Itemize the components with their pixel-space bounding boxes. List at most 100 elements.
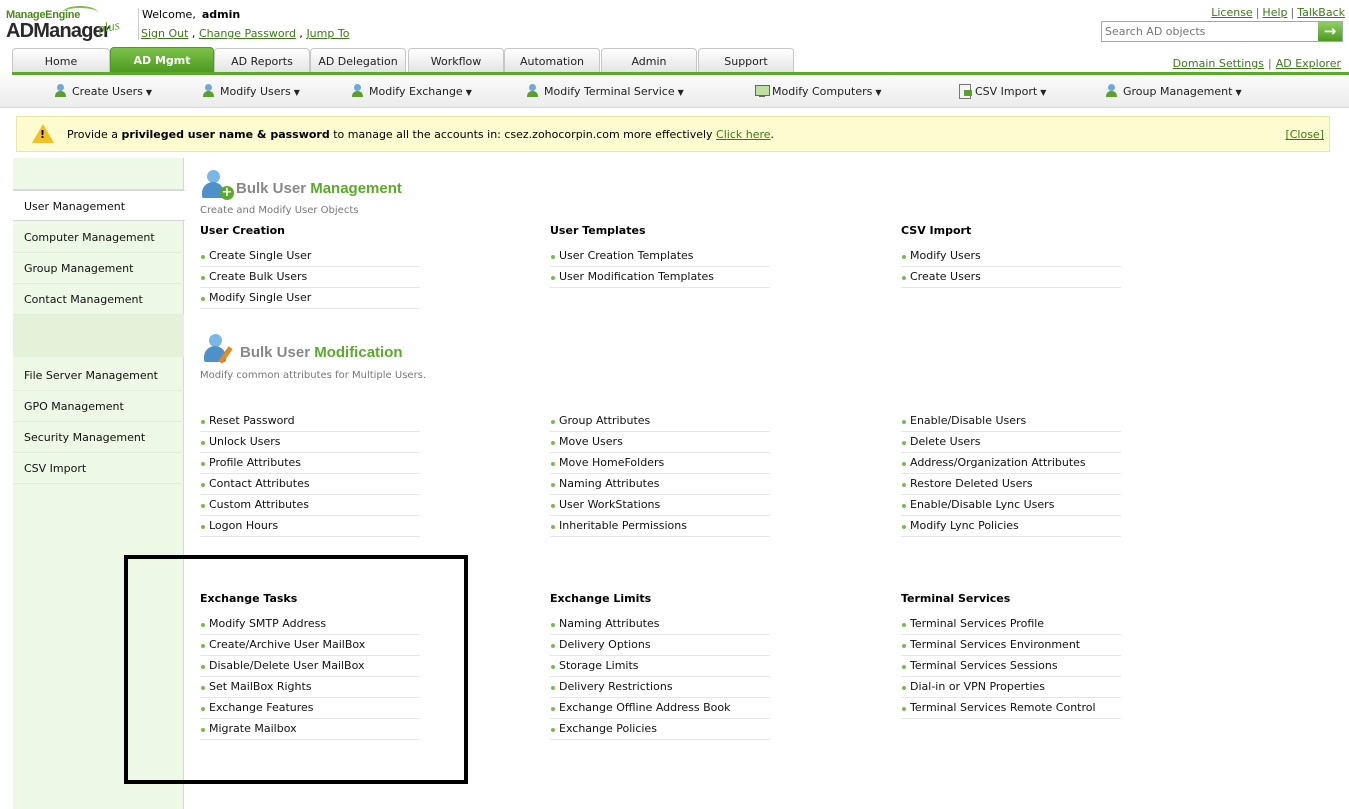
menu-label: Create Users (72, 85, 143, 98)
tab-automation[interactable]: Automation (504, 48, 600, 72)
tab-home[interactable]: Home (12, 48, 110, 72)
search-box: → (1101, 21, 1343, 42)
link-enable-disable-lync-users[interactable]: Enable/Disable Lync Users (901, 495, 1121, 516)
link-set-mailbox-rights[interactable]: Set MailBox Rights (200, 677, 420, 698)
link-enable-disable-users[interactable]: Enable/Disable Users (901, 411, 1121, 432)
link-exchange-offline-address-book[interactable]: Exchange Offline Address Book (550, 698, 770, 719)
link-contact-attributes[interactable]: Contact Attributes (200, 474, 420, 495)
click-here-link[interactable]: Click here (716, 128, 771, 141)
link-terminal-services-sessions[interactable]: Terminal Services Sessions (901, 656, 1121, 677)
menu-group-management[interactable]: Group Management ▼ (1106, 84, 1242, 98)
arrow-right-icon: → (1323, 22, 1337, 40)
top-link-separator: | (1290, 6, 1295, 19)
link-unlock-users[interactable]: Unlock Users (200, 432, 420, 453)
top-links: License | Help | TalkBack (1211, 6, 1345, 19)
notice-close-link[interactable]: [Close] (1285, 128, 1324, 141)
link-restore-deleted-users[interactable]: Restore Deleted Users (901, 474, 1121, 495)
sidebar-item-security-management[interactable]: Security Management (13, 422, 184, 453)
menu-modify-computers[interactable]: Modify Computers ▼ (755, 84, 882, 98)
link-terminal-services-remote-control[interactable]: Terminal Services Remote Control (901, 698, 1121, 719)
bulk-user-modification-title: Bulk User Modification (240, 344, 403, 361)
tab-workflow[interactable]: Workflow (408, 48, 504, 72)
search-input[interactable] (1102, 22, 1318, 41)
menu-modify-users[interactable]: Modify Users ▼ (203, 84, 300, 98)
link-inheritable-permissions[interactable]: Inheritable Permissions (550, 516, 770, 537)
link-logon-hours[interactable]: Logon Hours (200, 516, 420, 537)
menu-create-users[interactable]: Create Users ▼ (55, 84, 152, 98)
sidebar-item-gpo-management[interactable]: GPO Management (13, 391, 184, 422)
jump-to-link[interactable]: Jump To (306, 27, 349, 40)
link-csv-create-users[interactable]: Create Users (901, 267, 1121, 288)
domain-settings-link[interactable]: Domain Settings (1173, 57, 1264, 70)
link-create-bulk-users[interactable]: Create Bulk Users (200, 267, 420, 288)
tab-support[interactable]: Support (698, 48, 794, 72)
csv-icon (958, 84, 973, 99)
logo-product: ADManager (6, 20, 111, 42)
group-icon (1106, 84, 1121, 97)
link-create-single-user[interactable]: Create Single User (200, 246, 420, 267)
talkback-link[interactable]: TalkBack (1297, 6, 1345, 19)
sign-out-link[interactable]: Sign Out (141, 27, 188, 40)
menu-modify-terminal-service[interactable]: Modify Terminal Service ▼ (527, 84, 684, 98)
menu-modify-exchange[interactable]: Modify Exchange ▼ (352, 84, 472, 98)
logo-suffix: plus (96, 17, 121, 36)
link-terminal-services-environment[interactable]: Terminal Services Environment (901, 635, 1121, 656)
link-delivery-options[interactable]: Delivery Options (550, 635, 770, 656)
group-title-csv-import: CSV Import (901, 224, 972, 237)
link-delivery-restrictions[interactable]: Delivery Restrictions (550, 677, 770, 698)
sidebar-item-contact-management[interactable]: Contact Management (13, 284, 184, 315)
menu-label: Modify Exchange (369, 85, 463, 98)
link-move-users[interactable]: Move Users (550, 432, 770, 453)
menu-csv-import[interactable]: CSV Import ▼ (958, 84, 1047, 99)
link-address-organization-attributes[interactable]: Address/Organization Attributes (901, 453, 1121, 474)
sidebar-item-file-server-management[interactable]: File Server Management (13, 360, 184, 391)
help-link[interactable]: Help (1262, 6, 1287, 19)
sidebar-item-computer-management[interactable]: Computer Management (13, 222, 184, 253)
link-reset-password[interactable]: Reset Password (200, 411, 420, 432)
link-modify-smtp-address[interactable]: Modify SMTP Address (200, 614, 420, 635)
sidebar-item-group-management[interactable]: Group Management (13, 253, 184, 284)
link-user-workstations[interactable]: User WorkStations (550, 495, 770, 516)
link-dial-in-vpn-properties[interactable]: Dial-in or VPN Properties (901, 677, 1121, 698)
link-user-modification-templates[interactable]: User Modification Templates (550, 267, 770, 288)
caret-down-icon: ▼ (1040, 88, 1047, 97)
link-exchange-naming-attributes[interactable]: Naming Attributes (550, 614, 770, 635)
caret-down-icon: ▼ (145, 88, 153, 97)
change-password-link[interactable]: Change Password (199, 27, 296, 40)
admanager-logo[interactable]: ManageEngine ADManager plus (6, 6, 136, 44)
link-profile-attributes[interactable]: Profile Attributes (200, 453, 420, 474)
warning-icon: ! (32, 124, 54, 143)
tab-ad-delegation[interactable]: AD Delegation (310, 48, 406, 72)
caret-down-icon: ▼ (293, 88, 300, 97)
license-link[interactable]: License (1211, 6, 1252, 19)
tab-ad-reports[interactable]: AD Reports (214, 48, 310, 72)
group-title-exchange-limits: Exchange Limits (550, 592, 652, 605)
link-custom-attributes[interactable]: Custom Attributes (200, 495, 420, 516)
link-user-creation-templates[interactable]: User Creation Templates (550, 246, 770, 267)
link-naming-attributes[interactable]: Naming Attributes (550, 474, 770, 495)
sidebar-item-user-management[interactable]: User Management (13, 190, 185, 221)
ad-explorer-link[interactable]: AD Explorer (1276, 57, 1341, 70)
tab-ad-mgmt[interactable]: AD Mgmt (110, 47, 214, 72)
link-storage-limits[interactable]: Storage Limits (550, 656, 770, 677)
link-exchange-features[interactable]: Exchange Features (200, 698, 420, 719)
tab-admin[interactable]: Admin (601, 48, 697, 72)
link-modify-single-user[interactable]: Modify Single User (200, 288, 420, 309)
link-modify-lync-policies[interactable]: Modify Lync Policies (901, 516, 1121, 537)
sidebar-spacer (13, 315, 184, 357)
top-link-separator: | (1267, 57, 1272, 70)
link-create-archive-user-mailbox[interactable]: Create/Archive User MailBox (200, 635, 420, 656)
link-migrate-mailbox[interactable]: Migrate Mailbox (200, 719, 420, 740)
link-move-homefolders[interactable]: Move HomeFolders (550, 453, 770, 474)
link-disable-delete-user-mailbox[interactable]: Disable/Delete User MailBox (200, 656, 420, 677)
sidebar-item-csv-import[interactable]: CSV Import (13, 453, 184, 484)
header-divider (138, 8, 139, 40)
link-csv-modify-users[interactable]: Modify Users (901, 246, 1121, 267)
link-group-attributes[interactable]: Group Attributes (550, 411, 770, 432)
link-delete-users[interactable]: Delete Users (901, 432, 1121, 453)
user-links: Sign Out , Change Password , Jump To (141, 27, 349, 40)
search-go-button[interactable]: → (1318, 22, 1342, 41)
bulk-user-management-subtitle: Create and Modify User Objects (200, 205, 359, 216)
link-exchange-policies[interactable]: Exchange Policies (550, 719, 770, 740)
link-terminal-services-profile[interactable]: Terminal Services Profile (901, 614, 1121, 635)
